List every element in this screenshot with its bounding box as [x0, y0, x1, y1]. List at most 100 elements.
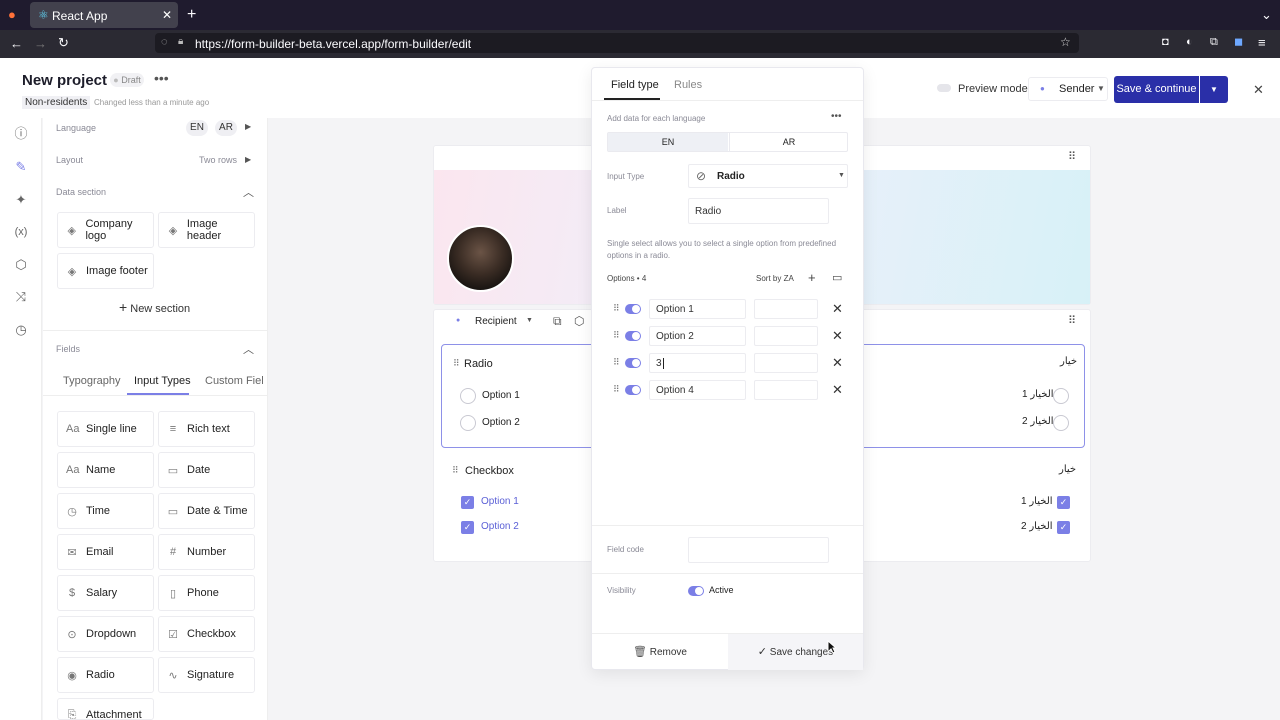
field-rich-text[interactable]: ≡ Rich text [158, 411, 255, 447]
close-icon[interactable]: ✕ [1253, 82, 1264, 98]
tab-input-types[interactable]: Input Types [134, 375, 191, 387]
duplicate-icon[interactable]: ⧉ [553, 314, 562, 329]
input-type-select[interactable]: ⊘ Radio ▼ [688, 164, 848, 188]
checkbox-checked[interactable]: ✓ [461, 496, 474, 509]
folder-icon[interactable]: ▭ [832, 271, 842, 284]
edit-icon[interactable]: ✎ [13, 159, 29, 175]
field-code-input[interactable] [688, 537, 829, 563]
field-email[interactable]: ✉ Email [57, 534, 154, 570]
drag-handle-icon[interactable]: ⠿ [613, 357, 620, 368]
field-time[interactable]: ◷ Time [57, 493, 154, 529]
lang-en-chip[interactable]: EN [186, 120, 208, 136]
field-signature[interactable]: ∿ Signature [158, 657, 255, 693]
remove-option-icon[interactable]: ✕ [832, 302, 843, 315]
field-salary[interactable]: $ Salary [57, 575, 154, 611]
recipient-select[interactable]: ● Recipient ▼ [446, 312, 536, 332]
chevron-right-icon[interactable]: ▶ [245, 122, 251, 131]
variable-icon[interactable]: (x) [13, 224, 29, 240]
menu-icon[interactable]: ≡ [1258, 36, 1266, 49]
field-radio[interactable]: ◉ Radio [57, 657, 154, 693]
more-options-icon[interactable]: ••• [154, 70, 169, 86]
lang-ar-chip[interactable]: AR [215, 120, 237, 136]
close-tab-icon[interactable]: ✕ [162, 8, 172, 22]
option-input-en[interactable]: Option 1 [649, 299, 746, 319]
option-input-ar[interactable] [754, 380, 818, 400]
remove-button[interactable]: 🗑︎ Remove [592, 634, 728, 670]
remove-option-icon[interactable]: ✕ [832, 383, 843, 396]
tab-custom-fields[interactable]: Custom Fiel [205, 375, 268, 387]
field-name[interactable]: Aa Name [57, 452, 154, 488]
back-icon[interactable]: ← [10, 37, 23, 50]
option-input-en[interactable]: Option 2 [649, 326, 746, 346]
image-header-button[interactable]: ◈ Image header [158, 212, 255, 248]
field-dropdown[interactable]: ⊙ Dropdown [57, 616, 154, 652]
radio-circle[interactable] [460, 388, 476, 404]
save-options-dropdown[interactable]: ▼ [1200, 76, 1228, 103]
option-toggle[interactable] [625, 358, 641, 368]
label-input[interactable]: Radio [688, 198, 829, 224]
option-input-ar[interactable] [754, 299, 818, 319]
radio-circle-ar[interactable] [1053, 388, 1069, 404]
browser-tab[interactable]: ⚛ React App ✕ [30, 2, 178, 28]
sparkle-icon[interactable]: ✦ [13, 192, 29, 208]
option-input-ar[interactable] [754, 353, 818, 373]
sender-select[interactable]: ● Sender ▼ [1028, 77, 1108, 101]
account-icon[interactable]: ◼ [1234, 37, 1243, 48]
drag-handle-icon[interactable]: ⠿ [613, 303, 620, 314]
shield-settings-icon[interactable]: ⬡ [574, 314, 584, 328]
remove-option-icon[interactable]: ✕ [832, 329, 843, 342]
drag-handle-icon[interactable]: ⠿ [452, 465, 459, 476]
option-toggle[interactable] [625, 304, 641, 314]
radio-circle[interactable] [460, 415, 476, 431]
company-logo-button[interactable]: ◈ Company logo [57, 212, 154, 248]
field-attachment[interactable]: ⎘ Attachment [57, 698, 154, 720]
bookmark-star-icon[interactable]: ☆ [1060, 35, 1071, 49]
pocket-icon[interactable]: ◘ [1162, 37, 1169, 48]
chevron-right-icon[interactable]: ▶ [245, 155, 251, 164]
field-phone[interactable]: ▯ Phone [158, 575, 255, 611]
save-continue-button[interactable]: Save & continue [1114, 76, 1199, 103]
url-bar[interactable]: ◌ 🔒︎ https://form-builder-beta.vercel.ap… [155, 33, 1079, 53]
drag-handle-icon[interactable]: ⠿ [453, 358, 460, 369]
save-changes-button[interactable]: ✓ Save changes [728, 634, 863, 670]
drag-handle-icon[interactable]: ⠿ [613, 384, 620, 395]
add-option-icon[interactable]: + [808, 270, 816, 285]
drag-handle-icon[interactable]: ⠿ [613, 330, 620, 341]
new-tab-icon[interactable]: + [187, 7, 196, 23]
field-number[interactable]: # Number [158, 534, 255, 570]
sort-button[interactable]: Sort by ZA [756, 274, 794, 283]
checkbox-checked-ar[interactable]: ✓ [1057, 496, 1070, 509]
new-section-button[interactable]: + New section [119, 299, 190, 315]
reload-icon[interactable]: ↻ [58, 36, 69, 49]
layout-value[interactable]: Two rows [199, 155, 237, 165]
image-footer-button[interactable]: ◈ Image footer [57, 253, 154, 289]
drag-handle-icon[interactable]: ⠿ [1068, 150, 1076, 163]
field-checkbox[interactable]: ☑ Checkbox [158, 616, 255, 652]
extensions-icon[interactable]: ⧉ [1210, 37, 1218, 48]
remove-option-icon[interactable]: ✕ [832, 356, 843, 369]
drag-handle-icon[interactable]: ⠿ [1068, 314, 1076, 327]
checkbox-checked[interactable]: ✓ [461, 521, 474, 534]
chevron-up-icon[interactable]: ︿ [243, 184, 254, 200]
option-input-en[interactable]: 3 [649, 353, 746, 373]
option-toggle[interactable] [625, 385, 641, 395]
info-icon[interactable]: ⓘ [13, 126, 29, 142]
chevron-up-icon[interactable]: ︿ [243, 341, 254, 357]
tab-typography[interactable]: Typography [63, 375, 120, 387]
shuffle-icon[interactable]: ⤨ [13, 289, 29, 305]
extension-icon[interactable]: ◐ [1186, 37, 1193, 48]
radio-circle-ar[interactable] [1053, 415, 1069, 431]
option-toggle[interactable] [625, 331, 641, 341]
more-options-icon[interactable]: ••• [831, 111, 842, 122]
tab-rules[interactable]: Rules [674, 79, 702, 91]
visibility-toggle[interactable] [688, 586, 704, 596]
field-date[interactable]: ▭ Date [158, 452, 255, 488]
preview-mode-toggle[interactable] [937, 84, 951, 92]
option-input-ar[interactable] [754, 326, 818, 346]
tab-field-type[interactable]: Field type [611, 79, 659, 91]
field-date-time[interactable]: ▭ Date & Time [158, 493, 255, 529]
option-input-en[interactable]: Option 4 [649, 380, 746, 400]
tab-list-icon[interactable]: ⌄ [1261, 8, 1272, 21]
checkbox-checked-ar[interactable]: ✓ [1057, 521, 1070, 534]
lang-tab-ar[interactable]: AR [729, 133, 848, 151]
